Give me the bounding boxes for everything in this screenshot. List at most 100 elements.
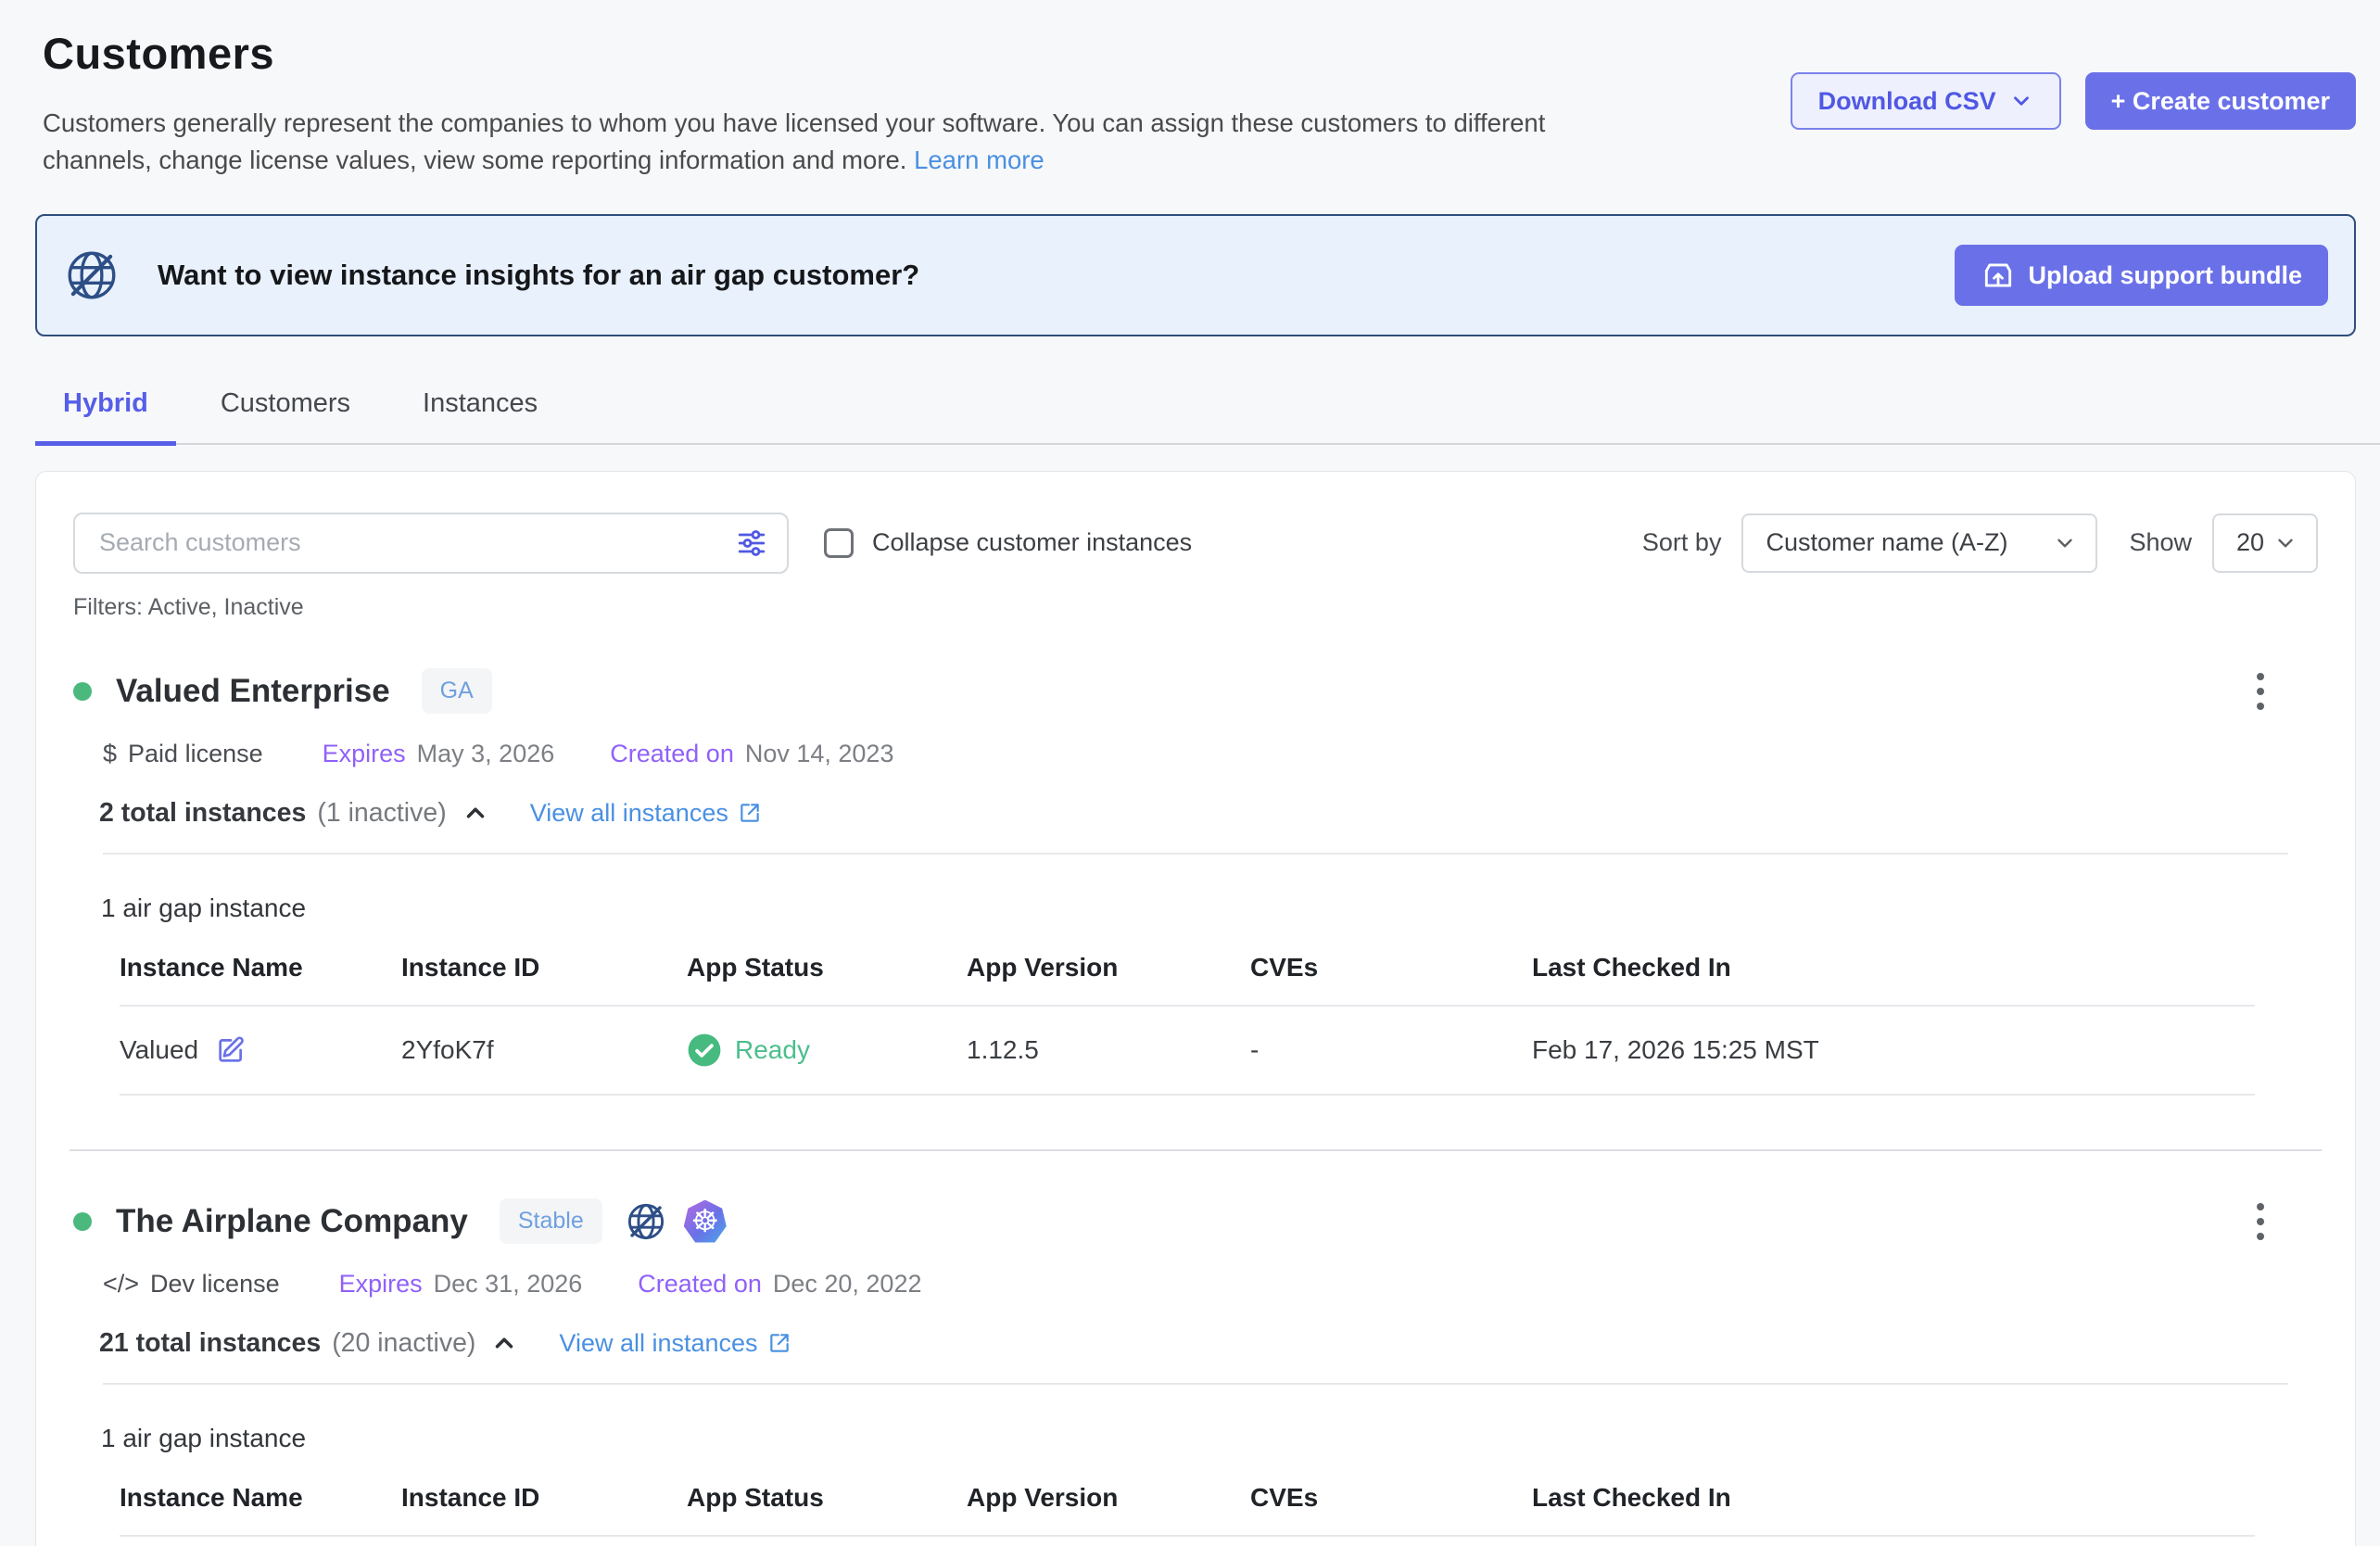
upload-support-bundle-label: Upload support bundle <box>2029 261 2302 290</box>
license-row: $ Paid license Expires May 3, 2026 Creat… <box>103 740 2318 768</box>
chevron-down-icon <box>2009 89 2033 113</box>
external-link-icon <box>738 801 762 825</box>
view-all-instances-link[interactable]: View all instances <box>559 1329 791 1358</box>
col-app-status: App Status <box>687 953 967 1006</box>
collapse-instances-checkbox[interactable] <box>824 528 854 558</box>
customer-name[interactable]: The Airplane Company <box>116 1203 468 1240</box>
instances-table: Instance Name Instance ID App Status App… <box>120 1483 2255 1537</box>
created-date: Dec 20, 2022 <box>773 1270 922 1299</box>
created-on-label: Created on <box>638 1270 762 1299</box>
col-app-version: App Version <box>967 953 1250 1006</box>
description-line-2: channels, change license values, view so… <box>43 146 914 174</box>
col-cves: CVEs <box>1250 953 1532 1006</box>
learn-more-link[interactable]: Learn more <box>914 146 1044 174</box>
created-date: Nov 14, 2023 <box>745 740 894 768</box>
inactive-instances: (20 inactive) <box>332 1328 475 1359</box>
customer-card-valued-enterprise: Valued Enterprise GA $ Paid license Expi… <box>36 667 2355 1096</box>
expires-date: May 3, 2026 <box>417 740 555 768</box>
kebab-menu-icon[interactable] <box>2251 667 2270 716</box>
sliders-icon[interactable] <box>735 526 768 560</box>
customers-panel: Collapse customer instances Sort by Cust… <box>35 471 2356 1546</box>
cves-value: - <box>1250 1006 1532 1095</box>
collapse-instances-group: Collapse customer instances <box>824 528 1192 558</box>
app-status-text: Ready <box>735 1035 810 1065</box>
view-all-instances-label: View all instances <box>559 1329 757 1358</box>
chevron-down-icon <box>2273 531 2298 555</box>
created-on-label: Created on <box>610 740 734 768</box>
chevron-up-icon[interactable] <box>462 799 489 827</box>
created-group: Created on Nov 14, 2023 <box>610 740 893 768</box>
upload-icon <box>1981 258 2016 293</box>
instances-table: Instance Name Instance ID App Status App… <box>120 953 2255 1096</box>
download-csv-label: Download CSV <box>1818 87 1996 116</box>
description-line-1: Customers generally represent the compan… <box>43 108 1545 137</box>
airgap-instance-count: 1 air gap instance <box>101 1424 2318 1453</box>
divider <box>103 853 2288 855</box>
expires-date: Dec 31, 2026 <box>434 1270 583 1299</box>
show-select[interactable]: 20 <box>2212 513 2318 573</box>
sort-by-label: Sort by <box>1642 528 1722 557</box>
col-last-checked-in: Last Checked In <box>1532 953 2255 1006</box>
instances-summary-row: 2 total instances (1 inactive) View all … <box>99 798 2318 829</box>
col-app-status: App Status <box>687 1483 967 1536</box>
external-link-icon <box>767 1331 791 1355</box>
license-type: Dev license <box>150 1270 280 1299</box>
app-version: 1.12.5 <box>967 1006 1250 1095</box>
divider <box>103 1383 2288 1385</box>
instances-summary-row: 21 total instances (20 inactive) View al… <box>99 1328 2318 1359</box>
customer-separator <box>70 1149 2322 1151</box>
col-instance-name: Instance Name <box>120 1483 401 1536</box>
channel-badge: Stable <box>500 1198 602 1244</box>
tabs-bar: Hybrid Customers Instances <box>35 388 2380 445</box>
chevron-up-icon[interactable] <box>490 1329 518 1357</box>
expires-label: Expires <box>339 1270 423 1299</box>
status-dot <box>73 682 92 701</box>
header-actions: Download CSV + Create customer <box>1791 72 2356 130</box>
col-cves: CVEs <box>1250 1483 1532 1536</box>
sort-by-select[interactable]: Customer name (A-Z) <box>1741 513 2097 573</box>
tab-instances[interactable]: Instances <box>395 388 565 446</box>
toolbar: Collapse customer instances Sort by Cust… <box>36 513 2355 574</box>
download-csv-button[interactable]: Download CSV <box>1791 72 2061 130</box>
table-row: Valued 2YfoK7f Ready 1.12.5 - Feb 17, 20… <box>120 1006 2255 1095</box>
sort-area: Sort by Customer name (A-Z) Show 20 <box>1642 513 2318 573</box>
col-instance-id: Instance ID <box>401 1483 687 1536</box>
view-all-instances-link[interactable]: View all instances <box>530 799 762 828</box>
code-icon: </> <box>103 1270 139 1299</box>
col-instance-name: Instance Name <box>120 953 401 1006</box>
kubernetes-icon: ☸ <box>684 1200 727 1243</box>
view-all-instances-label: View all instances <box>530 799 728 828</box>
page-header: Customers Customers generally represent … <box>0 0 2380 179</box>
tab-customers[interactable]: Customers <box>193 388 378 446</box>
show-value: 20 <box>2236 528 2264 557</box>
airgap-globe-icon <box>625 1200 667 1243</box>
edit-icon[interactable] <box>215 1034 247 1066</box>
airgap-instance-count: 1 air gap instance <box>101 893 2318 923</box>
total-instances: 2 total instances <box>99 798 306 829</box>
customer-header: Valued Enterprise GA <box>73 667 2318 716</box>
col-app-version: App Version <box>967 1483 1250 1536</box>
check-circle-icon <box>687 1033 722 1068</box>
airgap-globe-icon <box>63 247 120 304</box>
page-title: Customers <box>43 28 2356 79</box>
create-customer-button[interactable]: + Create customer <box>2085 72 2356 130</box>
dollar-icon: $ <box>103 740 117 768</box>
kebab-menu-icon[interactable] <box>2251 1198 2270 1246</box>
instance-name: Valued <box>120 1035 198 1065</box>
customer-header: The Airplane Company Stable ☸ <box>73 1198 2318 1246</box>
active-filters-text: Filters: Active, Inactive <box>36 594 2355 621</box>
table-header-row: Instance Name Instance ID App Status App… <box>120 953 2255 1006</box>
upload-support-bundle-button[interactable]: Upload support bundle <box>1955 245 2328 306</box>
instance-id: 2YfoK7f <box>401 1006 687 1095</box>
tab-hybrid[interactable]: Hybrid <box>35 388 176 446</box>
chevron-down-icon <box>2053 531 2077 555</box>
license-row: </> Dev license Expires Dec 31, 2026 Cre… <box>103 1270 2318 1299</box>
search-input[interactable] <box>73 513 789 574</box>
show-label: Show <box>2129 528 2192 557</box>
search-wrap <box>73 513 789 574</box>
customer-name[interactable]: Valued Enterprise <box>116 673 390 710</box>
status-dot <box>73 1212 92 1231</box>
created-group: Created on Dec 20, 2022 <box>638 1270 921 1299</box>
inactive-instances: (1 inactive) <box>317 798 446 829</box>
sort-by-value: Customer name (A-Z) <box>1766 528 2007 557</box>
